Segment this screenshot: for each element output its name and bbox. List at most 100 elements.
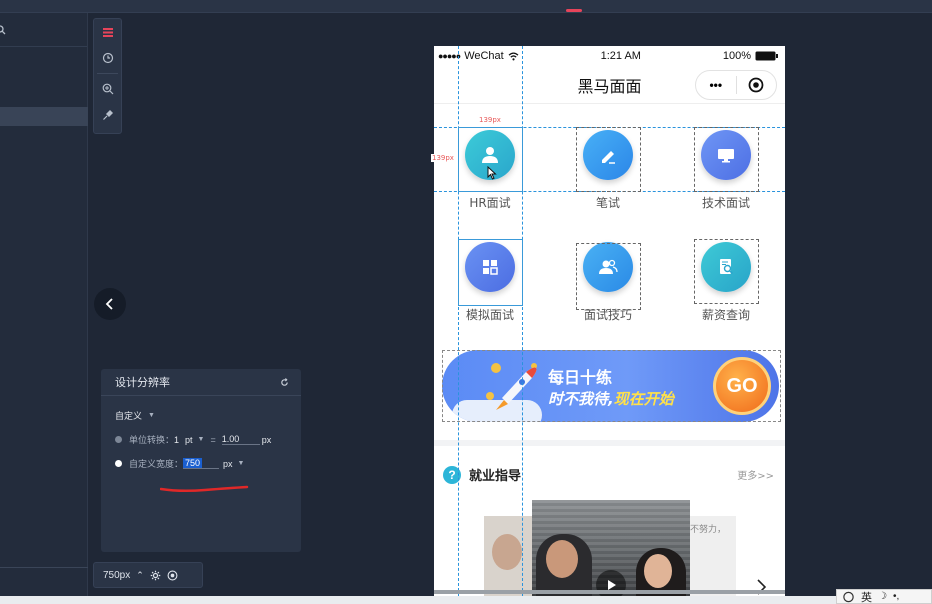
zoom-in-icon <box>102 83 113 95</box>
unit-radio[interactable] <box>115 436 122 443</box>
status-time: 1:21 AM <box>600 50 641 62</box>
search-row[interactable] <box>0 13 87 47</box>
ime-toolbar: 英 ☽ •, <box>836 589 932 604</box>
chevron-down-icon: ▼ <box>148 412 155 419</box>
punctuation-icon[interactable]: •, <box>893 591 899 602</box>
page-title: 黑马面面 <box>577 76 642 96</box>
banner-line2-white: 时不我待, <box>548 390 614 408</box>
grid-item-salary[interactable]: 薪资查询 <box>681 242 771 323</box>
unit-name[interactable]: pt <box>185 435 193 445</box>
equals-sign: = <box>210 434 216 445</box>
grid-item-label: 技术面试 <box>701 196 750 210</box>
grid-item-written[interactable]: 笔试 <box>563 130 653 211</box>
more-button[interactable]: ••• <box>696 71 736 99</box>
banner-line1: 每日十练 <box>548 368 613 387</box>
unit-px: px <box>261 434 272 445</box>
grid-item-tips[interactable]: 面试技巧 <box>563 242 653 323</box>
rocket-icon <box>486 363 537 410</box>
vertical-toolbar <box>93 18 122 134</box>
design-resolution-panel: 设计分辨率 自定义 ▼ 单位转换： 1 pt ▼ = 1.00 px 自定义宽度… <box>101 369 301 552</box>
unit-value: 1 <box>174 434 180 445</box>
video-overlay-text: 不努力， <box>690 524 727 534</box>
more-link[interactable]: 更多>> <box>737 467 774 482</box>
mouse-cursor-icon <box>487 166 497 180</box>
grid-item-label: 笔试 <box>595 196 620 210</box>
chevron-down-icon[interactable]: ▼ <box>198 436 205 443</box>
banner-line2-yellow: 现在开始 <box>613 390 674 408</box>
unit-label: 单位转换： <box>129 435 175 445</box>
target-icon[interactable] <box>167 570 178 581</box>
zoom-control: 750px ⌃ <box>93 562 203 588</box>
grid-item-tech[interactable]: 技术面试 <box>681 130 771 211</box>
battery-icon <box>755 51 778 61</box>
top-bar <box>0 0 932 13</box>
record-circle-icon <box>748 77 764 93</box>
active-tab-indicator <box>566 9 582 12</box>
mode-select[interactable]: 自定义 ▼ <box>115 409 155 422</box>
tiles-icon <box>465 242 515 292</box>
reset-icon[interactable] <box>280 377 289 387</box>
layers-icon <box>102 28 113 37</box>
monitor-icon <box>701 130 751 180</box>
clock-icon <box>102 52 113 64</box>
height-measure-label: 139px <box>431 154 455 162</box>
ime-logo-icon[interactable] <box>842 591 855 603</box>
grid-item-label: 薪资查询 <box>701 308 750 322</box>
moon-icon[interactable]: ☽ <box>878 591 887 602</box>
ime-language[interactable]: 英 <box>861 589 872 604</box>
career-guide-header: ? 就业指导 更多>> <box>443 465 774 484</box>
chevron-down-icon[interactable]: ▼ <box>238 460 245 467</box>
grid-item-label: 面试技巧 <box>583 308 632 322</box>
history-button[interactable] <box>94 45 121 71</box>
people-icon <box>583 242 633 292</box>
phone-scrollbar[interactable] <box>434 590 785 594</box>
panel-title: 设计分辨率 <box>115 377 170 389</box>
pin-icon <box>102 110 113 120</box>
layers-button[interactable] <box>94 19 121 45</box>
search-icon[interactable] <box>0 25 6 35</box>
more-dots-icon: ••• <box>709 78 723 92</box>
back-button[interactable] <box>94 288 126 320</box>
unit-convert-row: 单位转换： 1 pt ▼ = 1.00 px <box>115 433 271 446</box>
divider <box>0 567 88 568</box>
close-miniprogram-button[interactable] <box>736 71 776 99</box>
width-input[interactable]: 750 <box>183 458 220 469</box>
width-unit[interactable]: px <box>223 459 233 469</box>
selected-tree-row[interactable] <box>0 107 88 126</box>
grid-item-label: HR面试 <box>469 196 511 210</box>
question-icon: ? <box>443 465 461 484</box>
zoom-button[interactable] <box>94 76 121 102</box>
pencil-icon <box>583 130 633 180</box>
video-thumb-prev[interactable] <box>484 516 534 596</box>
person-image <box>492 534 522 570</box>
video-thumb-next[interactable]: 不努力， <box>688 516 736 596</box>
width-radio[interactable] <box>115 460 122 467</box>
unit-result-input[interactable]: 1.00 <box>221 434 260 445</box>
wifi-icon <box>508 51 519 60</box>
chevron-left-icon <box>105 298 113 310</box>
width-label: 自定义宽度： <box>129 459 184 469</box>
width-measure-label: 139px <box>478 116 502 124</box>
person-face <box>644 554 672 588</box>
left-panel <box>0 13 88 604</box>
daily-practice-banner[interactable]: 每日十练 时不我待,现在开始 GO <box>442 350 779 422</box>
red-underline-annotation <box>160 485 249 493</box>
section-separator <box>434 440 785 446</box>
section-title: 就业指导 <box>469 469 522 484</box>
caret-up-icon[interactable]: ⌃ <box>136 570 144 581</box>
toolbar-separator <box>97 73 118 74</box>
zoom-value[interactable]: 750px <box>103 570 130 581</box>
mode-value: 自定义 <box>115 411 143 421</box>
person-face <box>546 540 578 578</box>
bottom-strip <box>0 596 932 604</box>
grid-item-mock[interactable]: 模拟面试 <box>445 242 535 323</box>
picker-button[interactable] <box>94 102 121 128</box>
battery-percent: 100% <box>722 50 751 62</box>
carrier-name: WeChat <box>464 50 504 62</box>
banner-line2: 时不我待,现在开始 <box>548 388 674 409</box>
go-button[interactable]: GO <box>713 357 771 415</box>
video-thumb-main[interactable] <box>532 500 690 596</box>
grid-item-label: 模拟面试 <box>465 308 514 322</box>
gear-icon[interactable] <box>150 570 161 581</box>
width-value: 750 <box>183 458 203 468</box>
